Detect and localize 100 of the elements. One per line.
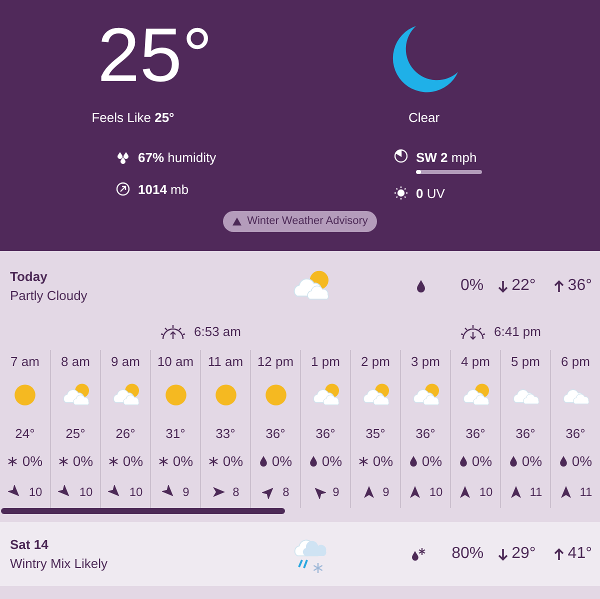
wind-speed: 10	[429, 484, 443, 501]
hour-label: 4 pm	[461, 353, 490, 371]
current-temperature: 25°	[98, 14, 212, 98]
snowflake-icon	[158, 456, 169, 466]
hour-temperature: 36°	[416, 425, 436, 443]
hour-temperature: 36°	[566, 425, 586, 443]
hour-label: 6 pm	[561, 353, 590, 371]
day-name: Sat 14	[10, 536, 50, 554]
precip-chance: 0%	[372, 452, 394, 470]
precip-chance: 0%	[222, 452, 244, 470]
hour-temperature: 31°	[166, 425, 186, 443]
raindrop-icon	[308, 455, 318, 467]
precip-chance: 0%	[472, 452, 492, 470]
hour-temperature: 36°	[266, 425, 286, 443]
humidity-icon	[116, 151, 130, 164]
hour-temperature: 24°	[15, 425, 35, 443]
wind-speed: 9	[182, 484, 190, 501]
raindrop-icon	[458, 455, 468, 467]
raindrop-icon	[508, 455, 518, 467]
wind-direction-icon	[212, 485, 226, 499]
snowflake-icon	[208, 456, 219, 466]
hour-temperature: 35°	[366, 425, 386, 443]
sun-event-time: 6:41 pm	[494, 323, 541, 341]
hour-temperature: 25°	[66, 425, 86, 443]
precip-chance: 0%	[572, 452, 592, 470]
sun-event-time: 6:53 am	[194, 323, 241, 341]
precip-chance: 0%	[272, 452, 292, 470]
pressure-icon	[116, 182, 130, 196]
hour-label: 3 pm	[411, 353, 440, 371]
wind-speed: 9	[332, 484, 340, 501]
precip-chance: 0%	[22, 452, 43, 470]
sun-icon	[394, 186, 408, 200]
raindrop-snowflake-icon	[410, 546, 426, 562]
precip-chance: 0%	[72, 452, 94, 470]
day-row[interactable]: Sat 14 Wintry Mix Likely 80% 29° 41°	[0, 522, 600, 586]
low-temperature: 29°	[512, 544, 536, 564]
high-temperature: 41°	[568, 544, 592, 564]
hour-label: 7 am	[10, 353, 40, 371]
raindrop-icon	[258, 455, 268, 467]
precip-chance: 0%	[122, 452, 144, 470]
wind-speed: 10	[28, 484, 42, 501]
snowflake-icon	[358, 456, 369, 466]
hour-temperature: 36°	[316, 425, 336, 443]
high-temperature: 36°	[568, 276, 592, 296]
precip-chance: 0%	[422, 452, 442, 470]
hour-label: 12 pm	[257, 353, 294, 371]
current-condition: Clear	[408, 109, 440, 127]
raindrop-icon	[408, 455, 418, 467]
sun-icon	[12, 382, 38, 408]
sunrise-icon	[160, 324, 186, 340]
hour-temperature: 36°	[466, 425, 486, 443]
snowflake-icon	[7, 456, 18, 466]
feels-like: Feels Like 25°	[92, 109, 174, 127]
wind-speed: SW 2 mph	[416, 149, 478, 167]
wind-speed: 9	[382, 484, 390, 501]
day-summary: Wintry Mix Likely	[10, 555, 109, 573]
precip-chance: 0%	[459, 276, 484, 296]
weather-alert-button[interactable]: Winter Weather Advisory	[223, 211, 377, 232]
hour-temperature: 36°	[516, 425, 536, 443]
pressure: 1014 mb	[138, 180, 189, 198]
precip-chance: 0%	[522, 452, 542, 470]
wind-direction-icon	[8, 485, 22, 499]
wind-speed: 8	[282, 484, 290, 501]
wind-icon	[394, 149, 408, 163]
day-name: Today	[10, 268, 48, 286]
day-summary: Partly Cloudy	[10, 287, 88, 305]
wind-speed: 11	[530, 484, 542, 501]
sun-icon	[212, 382, 238, 408]
hour-temperature: 26°	[116, 425, 136, 443]
wind-direction-icon	[362, 485, 376, 499]
precip-chance: 0%	[172, 452, 194, 470]
hour-label: 2 pm	[361, 353, 390, 371]
snowflake-icon	[108, 456, 119, 466]
wind-direction-icon	[558, 485, 573, 499]
precip-chance: 80%	[450, 544, 484, 564]
wind-speed: 8	[232, 484, 240, 501]
raindrop-icon	[558, 455, 568, 467]
hour-label: 9 am	[111, 353, 140, 371]
hour-label: 10 am	[157, 353, 194, 371]
wind-direction-icon	[262, 485, 276, 499]
arrow-up-icon	[554, 280, 564, 292]
raindrop-icon	[416, 279, 426, 293]
sunset-icon	[460, 324, 486, 340]
wind-direction-icon	[408, 485, 422, 499]
low-temperature: 22°	[512, 276, 536, 296]
sun-icon	[262, 382, 288, 408]
scrollbar[interactable]	[1, 508, 285, 514]
hour-label: 11 am	[208, 353, 244, 371]
warning-icon	[232, 217, 242, 226]
wind-speed: 10	[479, 484, 493, 501]
wind-direction-icon	[508, 485, 523, 499]
wind-speed: 10	[129, 484, 143, 501]
sun-icon	[162, 382, 188, 408]
uv-index: 0 UV	[416, 184, 445, 202]
hour-label: 8 am	[61, 353, 90, 371]
arrow-down-icon	[498, 280, 508, 292]
wind-speed: 11	[580, 484, 592, 501]
hour-label: 1 pm	[311, 353, 340, 371]
precip-chance: 0%	[322, 452, 342, 470]
hour-label: 5 pm	[511, 353, 540, 371]
